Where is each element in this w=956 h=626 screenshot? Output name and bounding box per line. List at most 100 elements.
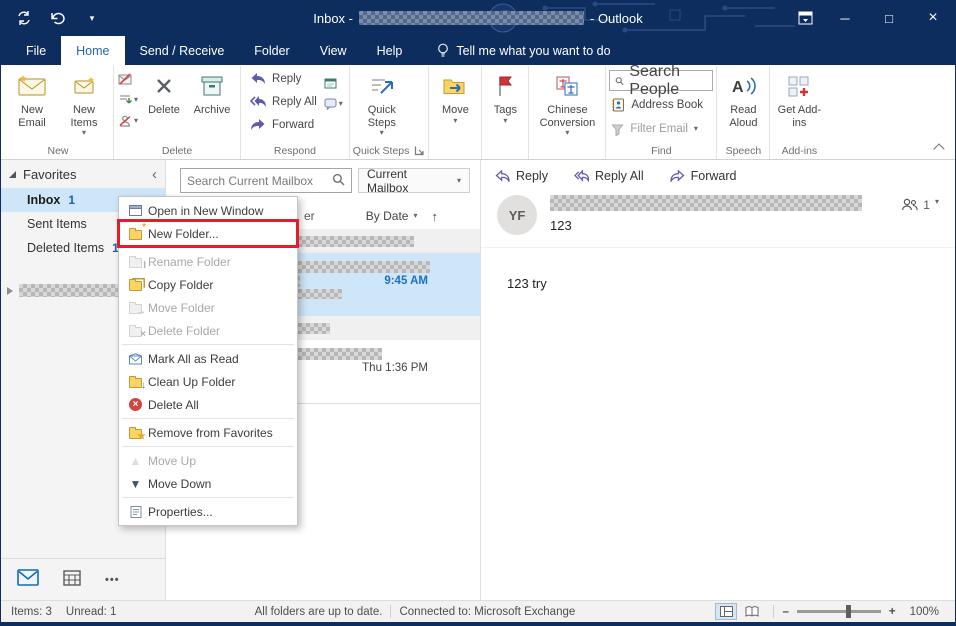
menu-item-clean-up-folder[interactable]: ↓ Clean Up Folder [120,370,296,393]
chevron-down-icon: ▾ [380,129,384,137]
reply-all-quick-button[interactable]: Reply All [574,169,644,183]
qat-customize-chevron-icon[interactable]: ▾ [83,9,101,27]
unread-count: Unread: 1 [66,606,117,618]
chinese-conversion-label: Chinese Conversion [533,104,601,129]
status-bar: Items: 3 Unread: 1 All folders are up to… [1,600,955,622]
quick-steps-label: Quick Steps [354,104,410,129]
meeting-button[interactable] [324,75,343,91]
junk-button[interactable]: ▾ [118,113,138,129]
reading-view-button[interactable] [741,603,763,620]
filter-tab-fragment[interactable]: er [304,209,315,223]
zoom-in-button[interactable]: + [889,606,896,618]
tab-help[interactable]: Help [362,36,418,65]
menu-item-delete-all[interactable]: × Delete All [120,393,296,416]
tab-home[interactable]: Home [61,36,124,65]
quick-steps-icon [369,71,395,101]
menu-item-new-folder[interactable]: * New Folder... [120,222,296,245]
message-body: 123 try [481,248,955,319]
menu-item-move-up: ▲ Move Up [120,449,296,472]
mailbox-scope-dropdown[interactable]: Current Mailbox ▾ [358,168,470,193]
move-label: Move [442,104,469,117]
collapse-ribbon-icon[interactable] [933,143,944,154]
ignore-button[interactable] [118,71,138,87]
more-respond-button[interactable]: ▾ [324,96,343,112]
clean-up-button[interactable]: ▾ [118,92,138,108]
menu-item-move-down[interactable]: ▼ Move Down [120,472,296,495]
message-time: 9:45 AM [384,275,428,287]
nav-mail-icon[interactable] [17,569,39,591]
search-input[interactable]: Search Current Mailbox [180,168,352,193]
favorites-header[interactable]: Favorites ‹ [1,160,165,188]
nav-calendar-icon[interactable] [63,569,81,591]
maximize-button[interactable]: □ [867,0,911,36]
ribbon-display-options-icon[interactable] [787,0,823,36]
send-receive-icon[interactable] [15,9,33,27]
menu-item-mark-all-read[interactable]: Mark All as Read [120,347,296,370]
zoom-slider[interactable] [797,610,881,613]
tab-file[interactable]: File [11,36,61,65]
search-placeholder: Search Current Mailbox [187,174,313,188]
zoom-level[interactable]: 100% [910,606,939,618]
close-button[interactable]: × [911,0,955,36]
reply-all-button[interactable]: Reply All [244,90,323,113]
get-addins-button[interactable]: Get Add-ins [773,67,825,141]
chevron-down-icon: ▾ [453,117,457,125]
menu-item-open-in-new-window[interactable]: Open in New Window [120,199,296,222]
dialog-launcher-icon[interactable] [414,145,425,156]
delete-button[interactable]: Delete [141,67,187,141]
address-book-label: Address Book [631,99,703,111]
menu-item-remove-from-favorites[interactable]: ★ Remove from Favorites [120,421,296,444]
search-people-button[interactable]: Search People [609,70,713,91]
tab-folder[interactable]: Folder [239,36,304,65]
tab-view[interactable]: View [305,36,362,65]
forward-button[interactable]: Forward [244,113,323,136]
quick-steps-button[interactable]: Quick Steps ▾ [353,67,411,141]
reply-all-label: Reply All [595,169,644,183]
navigation-bar: ••• [1,558,165,600]
tab-send-receive[interactable]: Send / Receive [125,36,240,65]
zoom-out-button[interactable]: – [782,606,788,618]
move-up-icon: ▲ [123,455,148,467]
chevron-down-icon: ▾ [694,125,698,133]
chinese-conversion-button[interactable]: Chinese Conversion ▾ [532,67,602,141]
quick-access-toolbar: ▾ [1,9,101,27]
undo-icon[interactable] [49,9,67,27]
address-book-button[interactable]: Address Book [609,94,705,116]
new-items-button[interactable]: New Items ▾ [58,67,110,141]
move-folder-icon: → [123,301,148,314]
sender-avatar[interactable]: YF [497,195,537,235]
normal-view-button[interactable] [715,603,737,620]
zoom-slider-thumb[interactable] [846,605,851,618]
new-email-button[interactable]: New Email [6,67,58,141]
sort-by-dropdown[interactable]: By Date ▾ [366,209,418,223]
new-items-icon [73,71,95,101]
sort-direction-icon[interactable]: ↑ [432,209,439,224]
group-label-speech: Speech [720,142,766,159]
tags-button[interactable]: Tags ▾ [485,67,525,141]
nav-more-icon[interactable]: ••• [105,574,120,586]
message-header-meta[interactable]: 1 ▾ [901,195,939,235]
read-aloud-button[interactable]: A Read Aloud [720,67,766,141]
title-redacted [359,11,584,25]
group-label-move [432,142,478,159]
menu-item-properties[interactable]: Properties... [120,500,296,523]
mailbox-scope-label: Current Mailbox [367,167,450,195]
move-button[interactable]: Move ▾ [432,67,478,141]
delete-minicolumn: ▾ ▾ [117,67,141,129]
filter-email-icon [611,123,624,136]
menu-item-copy-folder[interactable]: Copy Folder [120,273,296,296]
tell-me-box[interactable]: Tell me what you want to do [437,36,610,65]
reply-button[interactable]: Reply [244,67,323,90]
recipient-count: 1 [923,198,930,212]
ribbon-group-move: Move ▾ [429,66,482,159]
minimize-button[interactable]: ─ [823,0,867,36]
archive-button[interactable]: Archive [187,67,237,141]
ribbon-group-tags: Tags ▾ [482,66,529,159]
forward-quick-button[interactable]: Forward [670,169,737,183]
move-down-icon: ▼ [123,478,148,490]
minimize-folder-pane-icon[interactable]: ‹ [152,167,157,182]
ribbon-group-speech: A Read Aloud Speech [717,66,770,159]
window-bottom-border [1,622,955,626]
reply-quick-button[interactable]: Reply [495,169,548,183]
move-icon [442,71,468,101]
